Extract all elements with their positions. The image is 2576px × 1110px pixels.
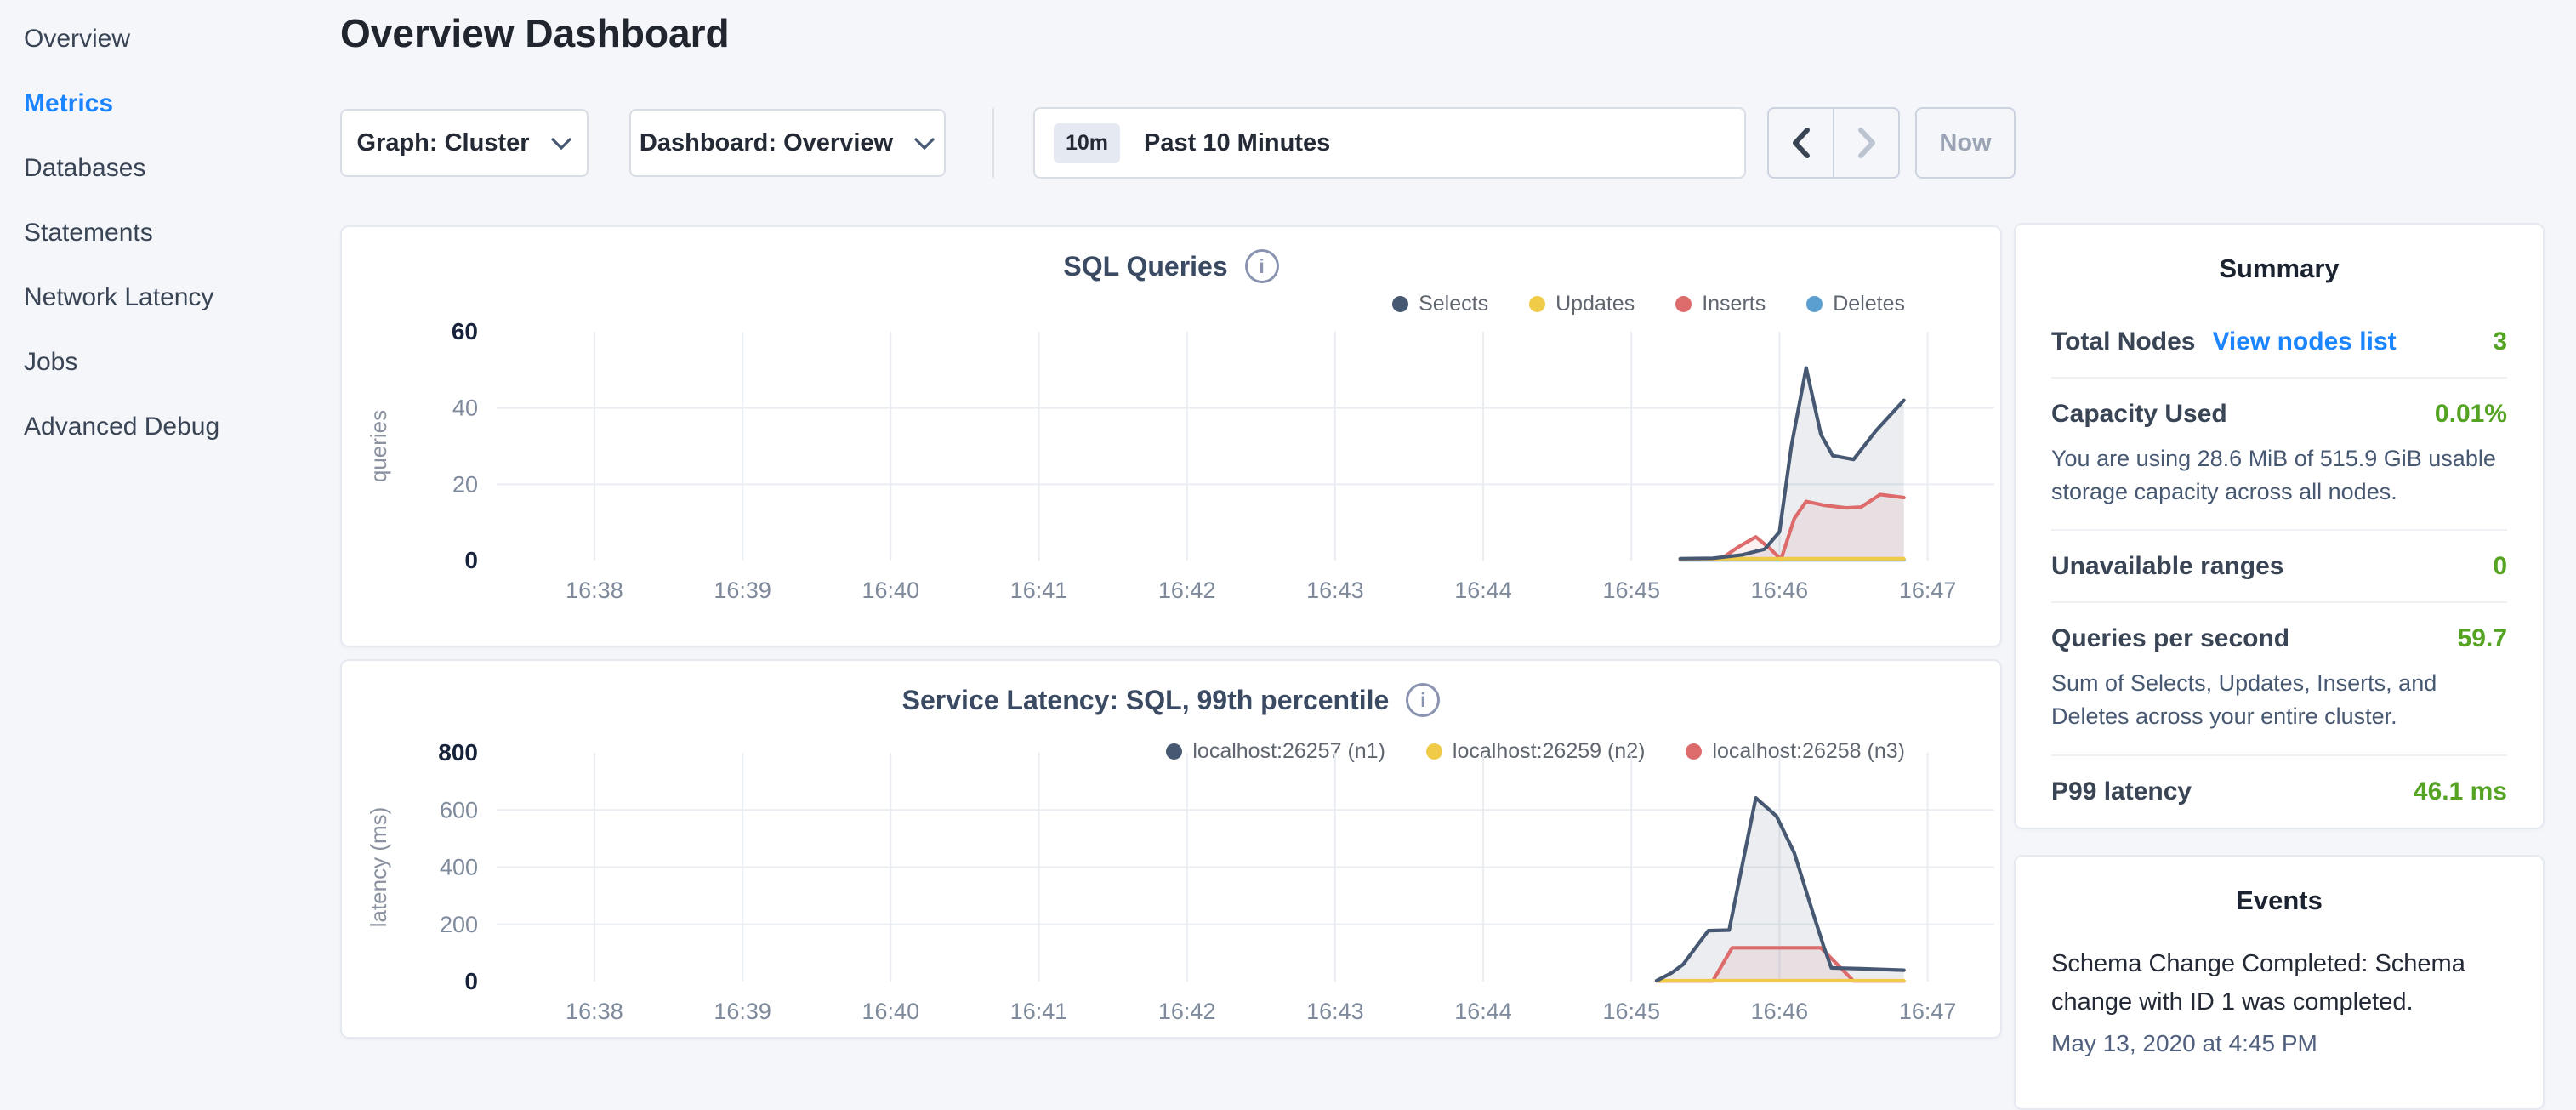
sidebar-item-statements[interactable]: Statements — [24, 201, 327, 265]
svg-text:16:41: 16:41 — [1010, 578, 1068, 603]
time-step-buttons — [1767, 107, 1900, 179]
summary-row-value: 46.1 ms — [2414, 777, 2507, 806]
svg-text:16:47: 16:47 — [1899, 578, 1957, 603]
summary-row-label: Total Nodes — [2051, 327, 2195, 356]
graph-dropdown[interactable]: Graph: Cluster — [340, 109, 589, 177]
summary-panel: Summary Total Nodes View nodes list 3 Ca… — [2014, 223, 2545, 829]
dashboard-dropdown-label: Dashboard: Overview — [640, 129, 893, 157]
sidebar-item-advanced-debug[interactable]: Advanced Debug — [24, 395, 327, 459]
event-text: Schema Change Completed: Schema change w… — [2051, 945, 2507, 1022]
sidebar-item-metrics[interactable]: Metrics — [24, 71, 327, 136]
time-step-back-button[interactable] — [1769, 109, 1834, 177]
svg-text:400: 400 — [440, 855, 478, 880]
now-button[interactable]: Now — [1915, 107, 2016, 179]
svg-text:16:45: 16:45 — [1602, 578, 1660, 603]
summary-row-p99-latency: P99 latency 46.1 ms — [2051, 756, 2507, 827]
svg-text:16:38: 16:38 — [566, 578, 623, 603]
svg-text:16:42: 16:42 — [1158, 578, 1216, 603]
summary-row-capacity-used: Capacity Used 0.01% You are using 28.6 M… — [2051, 379, 2507, 531]
dashboard-dropdown[interactable]: Dashboard: Overview — [629, 109, 946, 177]
service-latency-chart: 0 200 400 600 800 16:38 16:39 16:40 16:41 16:42 16… — [342, 661, 2004, 1040]
svg-text:16:40: 16:40 — [862, 999, 920, 1024]
time-step-forward-button[interactable] — [1834, 109, 1898, 177]
summary-row-total-nodes: Total Nodes View nodes list 3 — [2051, 306, 2507, 379]
series-fill — [1680, 368, 1904, 561]
svg-text:60: 60 — [452, 318, 478, 344]
summary-row-label: Capacity Used — [2051, 400, 2227, 429]
toolbar-divider — [992, 108, 994, 178]
sidebar-item-network-latency[interactable]: Network Latency — [24, 265, 327, 330]
summary-row-label: P99 latency — [2051, 777, 2192, 806]
svg-text:latency (ms): latency (ms) — [366, 807, 391, 928]
sidebar-item-databases[interactable]: Databases — [24, 136, 327, 201]
svg-text:16:44: 16:44 — [1454, 999, 1512, 1024]
svg-text:600: 600 — [440, 797, 478, 823]
sidebar-item-overview[interactable]: Overview — [24, 7, 327, 71]
svg-text:16:41: 16:41 — [1010, 999, 1068, 1024]
sidebar-item-jobs[interactable]: Jobs — [24, 330, 327, 395]
svg-text:16:45: 16:45 — [1602, 999, 1660, 1024]
time-range-label: Past 10 Minutes — [1144, 129, 1330, 157]
events-title: Events — [2051, 885, 2507, 916]
svg-text:16:46: 16:46 — [1751, 578, 1809, 603]
svg-text:16:39: 16:39 — [714, 999, 771, 1024]
svg-text:16:43: 16:43 — [1306, 578, 1364, 603]
events-panel: Events Schema Change Completed: Schema c… — [2014, 855, 2545, 1110]
graph-dropdown-label: Graph: Cluster — [356, 129, 529, 157]
summary-row-value: 3 — [2493, 327, 2507, 356]
svg-text:16:44: 16:44 — [1454, 578, 1512, 603]
svg-text:800: 800 — [438, 739, 478, 766]
summary-row-label: Unavailable ranges — [2051, 552, 2283, 581]
svg-text:20: 20 — [452, 471, 478, 497]
summary-row-value: 0 — [2493, 552, 2507, 581]
svg-text:0: 0 — [464, 547, 478, 573]
summary-row-description: Sum of Selects, Updates, Inserts, and De… — [2051, 667, 2507, 733]
service-latency-chart-card: Service Latency: SQL, 99th percentile i … — [340, 659, 2002, 1039]
summary-row-label: Queries per second — [2051, 624, 2289, 653]
time-range-dropdown[interactable]: 10m Past 10 Minutes — [1033, 107, 1746, 179]
summary-row-description: You are using 28.6 MiB of 515.9 GiB usab… — [2051, 442, 2507, 509]
event-timestamp: May 13, 2020 at 4:45 PM — [2051, 1030, 2507, 1057]
sidebar: Overview Metrics Databases Statements Ne… — [0, 0, 327, 459]
svg-text:16:43: 16:43 — [1306, 999, 1364, 1024]
svg-text:16:40: 16:40 — [862, 578, 920, 603]
chevron-down-icon — [550, 129, 572, 157]
summary-row-queries-per-second: Queries per second 59.7 Sum of Selects, … — [2051, 603, 2507, 755]
summary-row-unavailable-ranges: Unavailable ranges 0 — [2051, 531, 2507, 603]
svg-text:queries: queries — [366, 410, 391, 482]
summary-row-value: 0.01% — [2435, 400, 2507, 429]
sql-queries-chart: 0 20 40 60 16:38 16:39 16:40 16:41 16:42 16:43 16:… — [342, 227, 2004, 649]
summary-title: Summary — [2051, 253, 2507, 284]
event-list-item[interactable]: Schema Change Completed: Schema change w… — [2051, 945, 2507, 1057]
svg-text:16:42: 16:42 — [1158, 999, 1216, 1024]
svg-text:200: 200 — [440, 912, 478, 937]
svg-text:16:46: 16:46 — [1751, 999, 1809, 1024]
svg-text:16:38: 16:38 — [566, 999, 623, 1024]
summary-row-value: 59.7 — [2458, 624, 2507, 653]
chevron-down-icon — [1686, 135, 1712, 151]
svg-text:0: 0 — [464, 968, 478, 994]
sql-queries-chart-card: SQL Queries i SelectsUpdatesInsertsDelet… — [340, 225, 2002, 647]
chevron-down-icon — [913, 129, 935, 157]
svg-text:16:47: 16:47 — [1899, 999, 1957, 1024]
page-title: Overview Dashboard — [340, 10, 730, 56]
svg-text:16:39: 16:39 — [714, 578, 771, 603]
view-nodes-list-link[interactable]: View nodes list — [2212, 327, 2396, 356]
time-range-badge: 10m — [1054, 123, 1120, 163]
svg-text:40: 40 — [452, 396, 478, 421]
